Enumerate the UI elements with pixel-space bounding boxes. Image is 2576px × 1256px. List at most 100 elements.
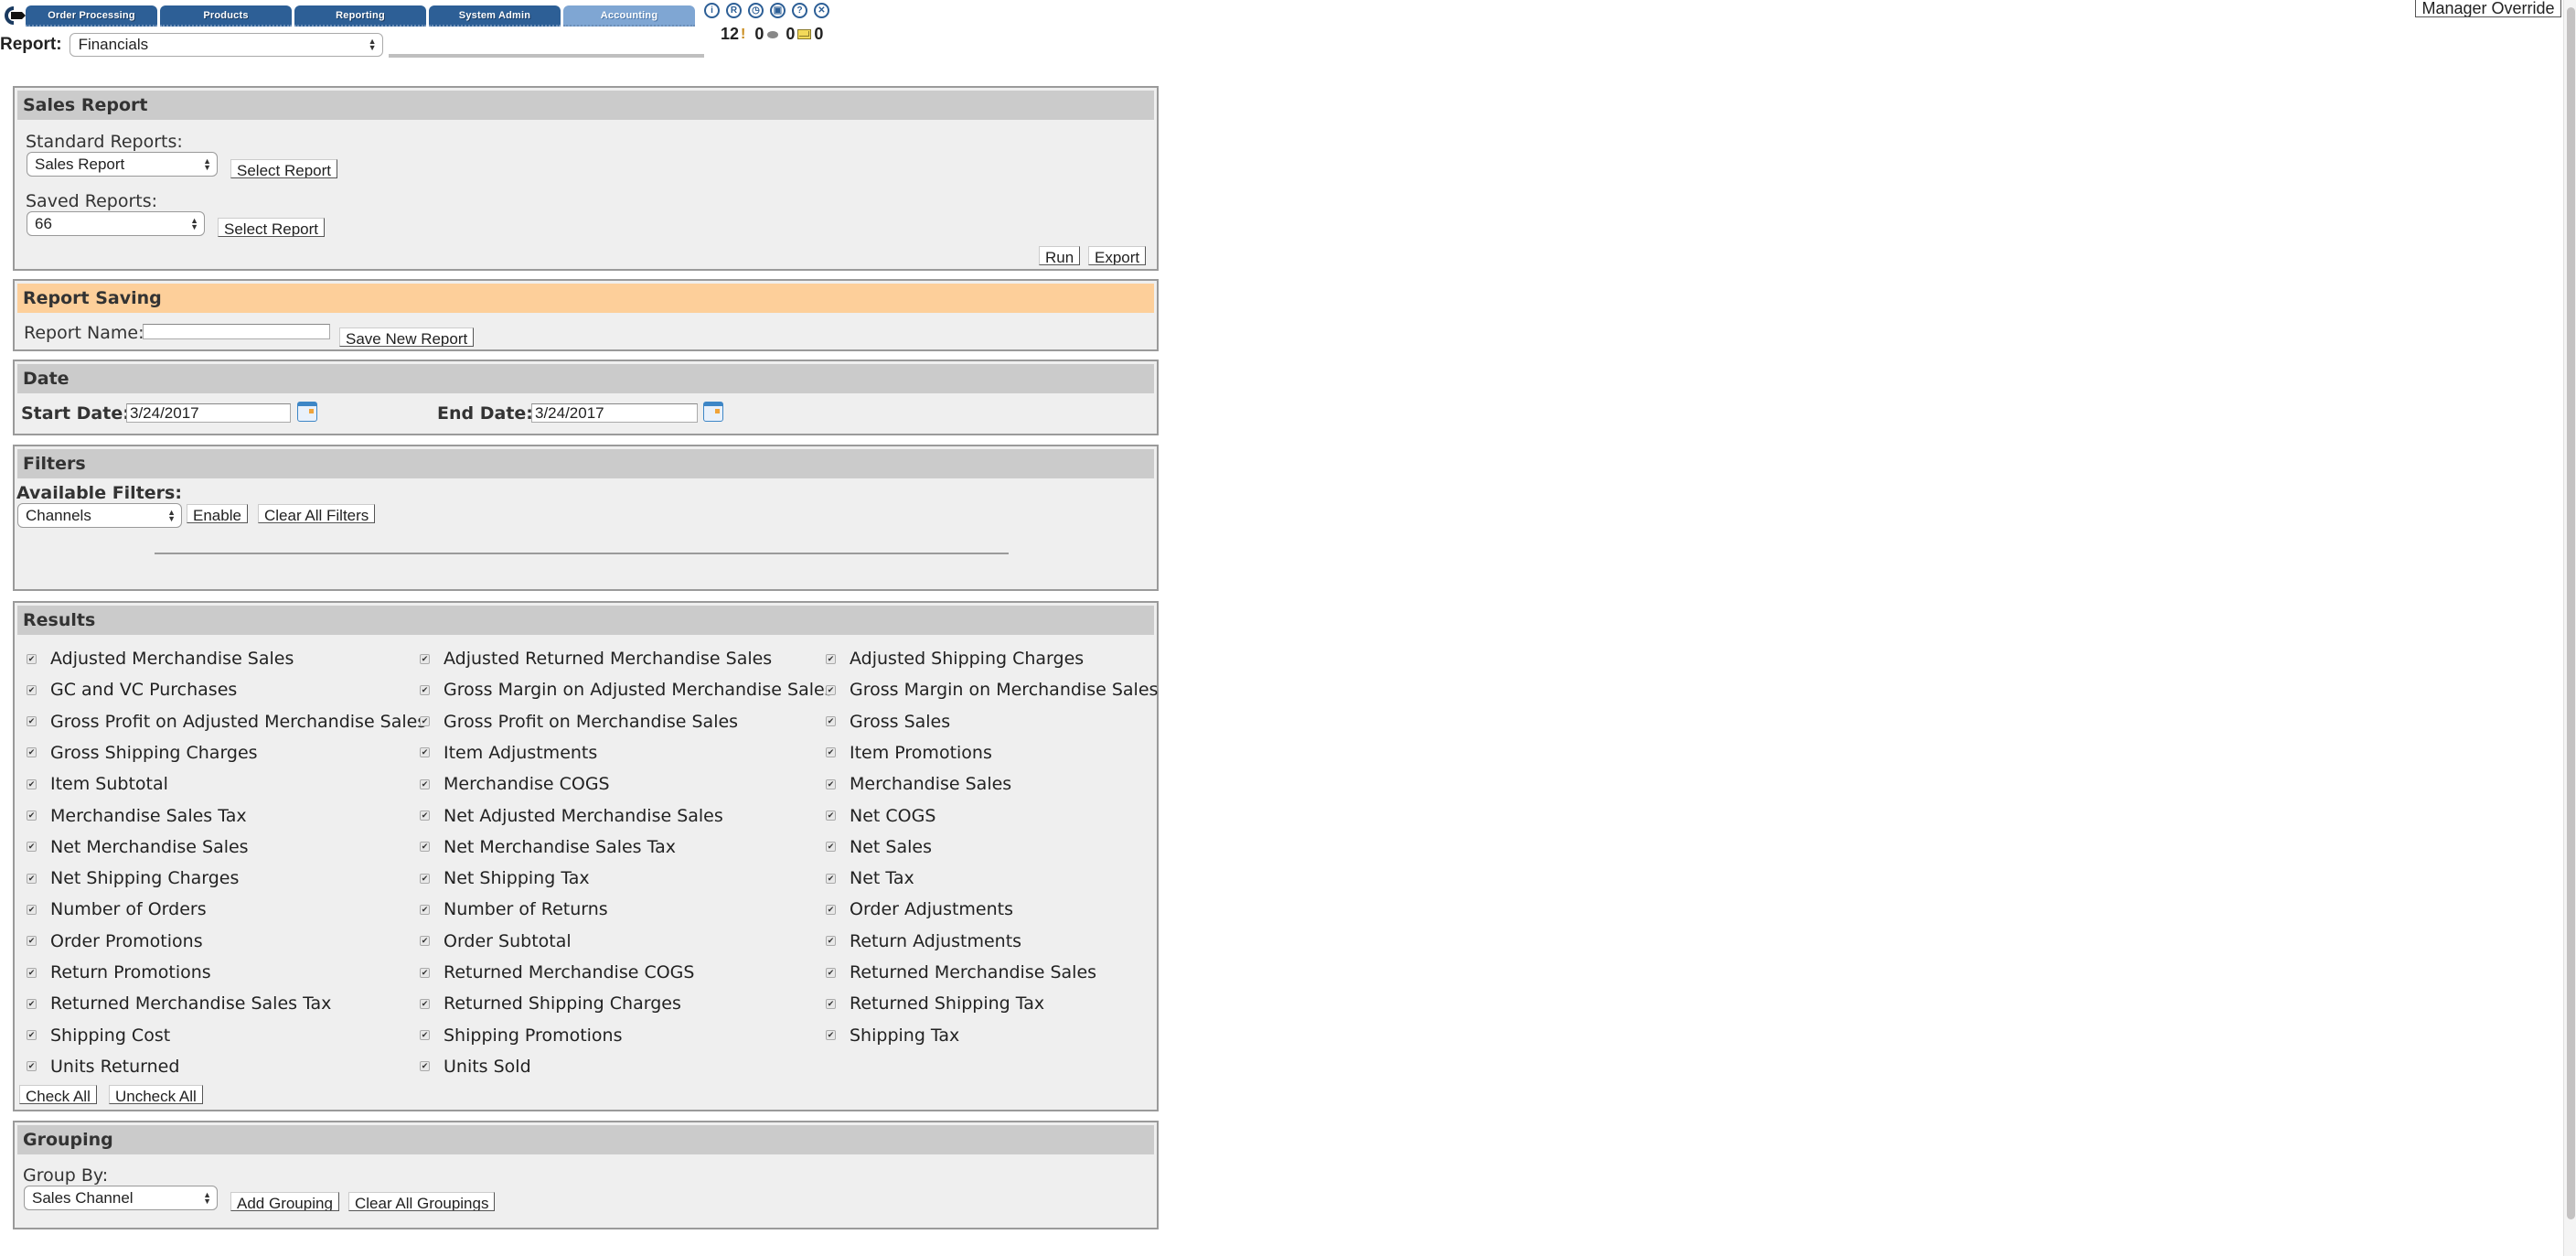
checkbox[interactable]: ✔ — [27, 1061, 37, 1072]
checkbox[interactable]: ✔ — [27, 653, 37, 664]
tab-reporting[interactable]: Reporting — [294, 5, 426, 27]
result-field-checkbox[interactable]: ✔ Merchandise Sales — [826, 773, 1011, 795]
checkbox[interactable]: ✔ — [27, 684, 37, 695]
checkbox[interactable]: ✔ — [27, 998, 37, 1009]
calendar-icon[interactable] — [297, 402, 317, 422]
checkbox[interactable]: ✔ — [27, 778, 37, 789]
result-field-checkbox[interactable]: ✔ Gross Margin on Adjusted Merchandise Sa… — [420, 679, 834, 701]
result-field-checkbox[interactable]: ✔ GC and VC Purchases — [27, 679, 237, 701]
result-field-checkbox[interactable]: ✔ Shipping Promotions — [420, 1025, 623, 1047]
tab-system-admin[interactable]: System Admin — [429, 5, 561, 27]
result-field-checkbox[interactable]: ✔ Net Sales — [826, 836, 932, 858]
result-field-checkbox[interactable]: ✔ Adjusted Returned Merchandise Sales — [420, 648, 772, 670]
result-field-checkbox[interactable]: ✔ Returned Shipping Tax — [826, 993, 1044, 1014]
uncheck-all-button[interactable]: Uncheck All — [109, 1085, 203, 1104]
checkbox[interactable]: ✔ — [27, 936, 37, 947]
result-field-checkbox[interactable]: ✔ Shipping Cost — [27, 1025, 170, 1047]
select-standard-report-button[interactable]: Select Report — [230, 159, 337, 178]
checkbox[interactable]: ✔ — [420, 936, 430, 947]
result-field-checkbox[interactable]: ✔ Gross Sales — [826, 711, 950, 733]
message-count[interactable]: 0 — [754, 25, 764, 44]
enable-filter-button[interactable]: Enable — [187, 504, 248, 523]
tab-order-processing[interactable]: Order Processing — [26, 5, 157, 27]
result-field-checkbox[interactable]: ✔ Gross Profit on Adjusted Merchandise Sa… — [27, 711, 426, 733]
checkbox[interactable]: ✔ — [420, 810, 430, 821]
result-field-checkbox[interactable]: ✔ Units Returned — [27, 1056, 179, 1078]
report-name-input[interactable] — [143, 324, 330, 339]
checkbox[interactable]: ✔ — [420, 998, 430, 1009]
result-field-checkbox[interactable]: ✔ Number of Orders — [27, 898, 207, 920]
checkbox[interactable]: ✔ — [420, 1030, 430, 1041]
result-field-checkbox[interactable]: ✔ Item Promotions — [826, 742, 992, 764]
checkbox[interactable]: ✔ — [826, 998, 836, 1009]
standard-reports-select[interactable]: Sales Report ▲ ▼ — [27, 152, 218, 177]
alert-count[interactable]: 12 — [721, 25, 739, 44]
manager-override-button[interactable]: Manager Override — [2415, 0, 2561, 17]
checkbox[interactable]: ✔ — [27, 810, 37, 821]
checkbox[interactable]: ✔ — [826, 873, 836, 884]
checkbox[interactable]: ✔ — [420, 1061, 430, 1072]
result-field-checkbox[interactable]: ✔ Net Adjusted Merchandise Sales — [420, 805, 723, 827]
calendar-icon[interactable] — [703, 402, 723, 422]
result-field-checkbox[interactable]: ✔ Returned Merchandise Sales — [826, 961, 1096, 983]
report-select[interactable]: Financials ▲ ▼ — [69, 33, 383, 57]
select-saved-report-button[interactable]: Select Report — [218, 218, 325, 237]
user-info-icon[interactable]: i — [704, 3, 720, 18]
checkbox[interactable]: ✔ — [420, 684, 430, 695]
checkbox[interactable]: ✔ — [420, 873, 430, 884]
checkbox[interactable]: ✔ — [27, 716, 37, 727]
available-filters-select[interactable]: Channels ▲ ▼ — [17, 503, 182, 528]
save-new-report-button[interactable]: Save New Report — [339, 327, 475, 347]
result-field-checkbox[interactable]: ✔ Units Sold — [420, 1056, 531, 1078]
registered-icon[interactable]: R — [726, 3, 742, 18]
result-field-checkbox[interactable]: ✔ Gross Margin on Merchandise Sales — [826, 679, 1158, 701]
result-field-checkbox[interactable]: ✔ Gross Shipping Charges — [27, 742, 258, 764]
result-field-checkbox[interactable]: ✔ Return Adjustments — [826, 930, 1021, 952]
checkbox[interactable]: ✔ — [420, 747, 430, 758]
result-field-checkbox[interactable]: ✔ Returned Shipping Charges — [420, 993, 681, 1014]
checkbox[interactable]: ✔ — [420, 967, 430, 978]
end-date-input[interactable]: 3/24/2017 — [531, 403, 698, 423]
clear-all-groupings-button[interactable]: Clear All Groupings — [348, 1192, 496, 1211]
help-icon[interactable]: ? — [792, 3, 807, 18]
run-button[interactable]: Run — [1039, 246, 1081, 265]
checkbox[interactable]: ✔ — [420, 904, 430, 915]
result-field-checkbox[interactable]: ✔ Return Promotions — [27, 961, 211, 983]
result-field-checkbox[interactable]: ✔ Merchandise COGS — [420, 773, 610, 795]
checkbox[interactable]: ✔ — [27, 1030, 37, 1041]
scrollbar-thumb[interactable] — [2567, 7, 2575, 1219]
checkbox[interactable]: ✔ — [27, 967, 37, 978]
result-field-checkbox[interactable]: ✔ Merchandise Sales Tax — [27, 805, 247, 827]
result-field-checkbox[interactable]: ✔ Gross Profit on Merchandise Sales — [420, 711, 738, 733]
start-date-input[interactable]: 3/24/2017 — [126, 403, 291, 423]
result-field-checkbox[interactable]: ✔ Net Merchandise Sales Tax — [420, 836, 676, 858]
checkbox[interactable]: ✔ — [27, 873, 37, 884]
export-button[interactable]: Export — [1088, 246, 1147, 265]
checkbox[interactable]: ✔ — [826, 778, 836, 789]
checkbox[interactable]: ✔ — [826, 1030, 836, 1041]
mail-count[interactable]: 0 — [814, 25, 823, 44]
result-field-checkbox[interactable]: ✔ Net Shipping Charges — [27, 867, 239, 889]
result-field-checkbox[interactable]: ✔ Order Promotions — [27, 930, 203, 952]
result-field-checkbox[interactable]: ✔ Item Adjustments — [420, 742, 597, 764]
checkbox[interactable]: ✔ — [826, 936, 836, 947]
result-field-checkbox[interactable]: ✔ Order Adjustments — [826, 898, 1013, 920]
result-field-checkbox[interactable]: ✔ Number of Returns — [420, 898, 608, 920]
checkbox[interactable]: ✔ — [826, 747, 836, 758]
checkbox[interactable]: ✔ — [826, 967, 836, 978]
result-field-checkbox[interactable]: ✔ Net Merchandise Sales — [27, 836, 249, 858]
checkbox[interactable]: ✔ — [826, 904, 836, 915]
checkbox[interactable]: ✔ — [420, 716, 430, 727]
saved-reports-select[interactable]: 66 ▲ ▼ — [27, 211, 205, 236]
check-all-button[interactable]: Check All — [19, 1085, 97, 1104]
clock-icon[interactable]: ◷ — [748, 3, 764, 18]
checkbox[interactable]: ✔ — [420, 842, 430, 853]
checkbox[interactable]: ✔ — [826, 842, 836, 853]
result-field-checkbox[interactable]: ✔ Adjusted Shipping Charges — [826, 648, 1084, 670]
logo-icon[interactable] — [2, 5, 26, 26]
result-field-checkbox[interactable]: ✔ Returned Merchandise COGS — [420, 961, 694, 983]
result-field-checkbox[interactable]: ✔ Shipping Tax — [826, 1025, 959, 1047]
checkbox[interactable]: ✔ — [420, 653, 430, 664]
checkbox[interactable]: ✔ — [27, 904, 37, 915]
result-field-checkbox[interactable]: ✔ Returned Merchandise Sales Tax — [27, 993, 331, 1014]
